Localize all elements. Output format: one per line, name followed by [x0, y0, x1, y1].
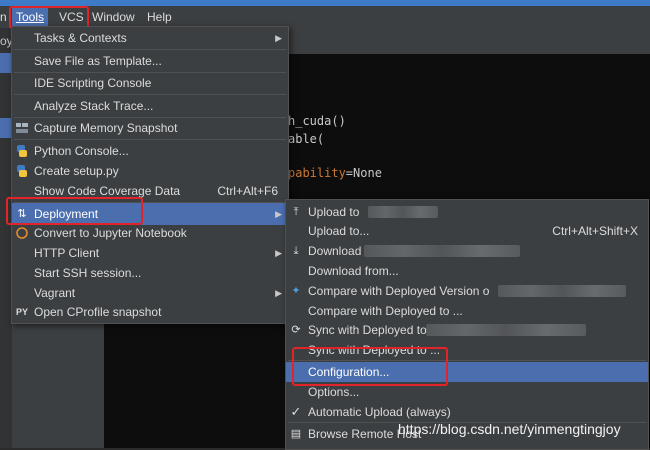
menu-item-compare-deployed[interactable]: Compare with Deployed to ... [286, 301, 648, 321]
menu-item-label: IDE Scripting Console [34, 76, 152, 90]
menu-item-label: Vagrant [34, 286, 76, 300]
menu-item-label: Sync with Deployed to [308, 323, 427, 337]
menu-item-convert-jupyter[interactable]: Convert to Jupyter Notebook [12, 223, 288, 243]
menu-vcs[interactable]: VCS [55, 8, 88, 26]
deployment-submenu: ⤒ Upload to Upload to... Ctrl+Alt+Shift+… [285, 199, 649, 450]
submenu-arrow-icon: ▶ [275, 288, 282, 298]
menu-item-automatic-upload[interactable]: ✓ Automatic Upload (always) [286, 402, 648, 422]
menu-item-label: Show Code Coverage Data [34, 184, 181, 198]
menu-item-shortcut: Ctrl+Alt+F6 [217, 184, 278, 198]
jupyter-icon [15, 226, 29, 240]
menu-tools-label: Tools [16, 10, 45, 24]
menu-item-download[interactable]: ⤓ Download [286, 241, 648, 261]
menu-bar: n Tools VCS Window Help [0, 6, 650, 28]
code-line-3: pability=None [288, 166, 382, 180]
redacted-text [364, 245, 520, 257]
menu-item-label: Capture Memory Snapshot [34, 121, 178, 135]
menu-item-shortcut: Ctrl+Alt+Shift+X [552, 224, 638, 238]
menu-item-download-from[interactable]: Download from... [286, 261, 648, 281]
menu-item-label: Upload to [308, 205, 360, 219]
compare-icon: ✦ [291, 285, 301, 297]
menu-item-label: Download from... [308, 264, 399, 278]
menu-window[interactable]: Window [88, 8, 139, 26]
menu-item-label: Convert to Jupyter Notebook [34, 226, 187, 240]
menu-item-label: Sync with Deployed to ... [308, 343, 441, 357]
menu-item-label: HTTP Client [34, 246, 100, 260]
menu-item-code-coverage[interactable]: Show Code Coverage Data Ctrl+Alt+F6 [12, 181, 288, 201]
sync-icon: ⟳ [291, 324, 301, 336]
menu-item-capture-memory[interactable]: Capture Memory Snapshot [12, 118, 288, 138]
menu-item-ide-scripting[interactable]: IDE Scripting Console [12, 73, 288, 93]
menu-item-label: Compare with Deployed to ... [308, 304, 463, 318]
menu-item-label: Analyze Stack Trace... [34, 99, 154, 113]
menu-item-label: Save File as Template... [34, 54, 162, 68]
menu-item-tasks-contexts[interactable]: Tasks & Contexts ▶ [12, 28, 288, 48]
tools-menu: Tasks & Contexts ▶ Save File as Template… [11, 26, 289, 324]
code-default: =None [345, 166, 382, 180]
menu-item-label: Open CProfile snapshot [34, 305, 162, 319]
separator [14, 49, 286, 50]
menu-item-label: Create setup.py [34, 164, 119, 178]
menu-item-compare-version[interactable]: ✦ Compare with Deployed Version o [286, 281, 648, 301]
menu-item-python-console[interactable]: Python Console... [12, 141, 288, 161]
separator [14, 94, 286, 95]
memory-snapshot-icon [15, 121, 29, 135]
menu-item-save-template[interactable]: Save File as Template... [12, 51, 288, 71]
code-param: pability [288, 166, 346, 180]
menu-item-create-setup[interactable]: Create setup.py [12, 161, 288, 181]
menu-item-label: Automatic Upload (always) [308, 405, 451, 419]
menu-item-label: Tasks & Contexts [34, 31, 127, 45]
menu-item-start-ssh[interactable]: Start SSH session... [12, 263, 288, 283]
menu-item-http-client[interactable]: HTTP Client ▶ [12, 243, 288, 263]
menu-item-label: Configuration... [308, 365, 390, 379]
download-icon: ⤓ [293, 245, 299, 257]
menu-item-vagrant[interactable]: Vagrant ▶ [12, 283, 288, 303]
code-line-2: able( [288, 132, 325, 146]
submenu-arrow-icon: ▶ [275, 209, 282, 219]
menu-item-label: Start SSH session... [34, 266, 142, 280]
cprofile-icon: PY [15, 307, 28, 317]
menu-item-label: Options... [308, 385, 360, 399]
separator [288, 360, 646, 361]
upload-icon: ⤒ [293, 206, 299, 218]
redacted-text [368, 206, 438, 218]
python-icon [15, 144, 29, 158]
redacted-text [498, 285, 626, 297]
menu-item-cprofile[interactable]: PY Open CProfile snapshot [12, 302, 288, 322]
menu-help[interactable]: Help [143, 8, 176, 26]
menu-item-sync-dialog[interactable]: Sync with Deployed to ... [286, 340, 648, 360]
checkmark-icon: ✓ [290, 404, 302, 419]
menu-item-label: Deployment [34, 207, 99, 221]
menu-item-configuration[interactable]: Configuration... [286, 362, 648, 382]
menu-navigate[interactable]: n [0, 8, 11, 26]
menu-tools[interactable]: Tools [12, 8, 49, 26]
menu-item-sync-with[interactable]: ⟳ Sync with Deployed to [286, 320, 648, 340]
menu-item-label: Upload to... [308, 224, 370, 238]
menu-item-upload-to-dialog[interactable]: Upload to... Ctrl+Alt+Shift+X [286, 221, 648, 241]
menu-item-upload-to[interactable]: ⤒ Upload to [286, 202, 648, 222]
deployment-icon: ⇅ [17, 208, 27, 220]
remote-host-icon: ▤ [290, 428, 302, 440]
menu-item-deployment[interactable]: ⇅ Deployment ▶ [12, 203, 288, 225]
menu-item-options[interactable]: Options... [286, 382, 648, 402]
python-icon [15, 164, 29, 178]
separator [14, 139, 286, 140]
menu-item-analyze-stack[interactable]: Analyze Stack Trace... [12, 96, 288, 116]
watermark: https://blog.csdn.net/yinmengtingjoy [398, 421, 621, 437]
code-line-1: h_cuda() [288, 114, 346, 128]
menu-item-label: Python Console... [34, 144, 129, 158]
redacted-text [426, 324, 586, 336]
submenu-arrow-icon: ▶ [275, 33, 282, 43]
submenu-arrow-icon: ▶ [275, 248, 282, 258]
menu-item-label: Compare with Deployed Version o [308, 284, 490, 298]
menu-item-label: Download [308, 244, 362, 258]
